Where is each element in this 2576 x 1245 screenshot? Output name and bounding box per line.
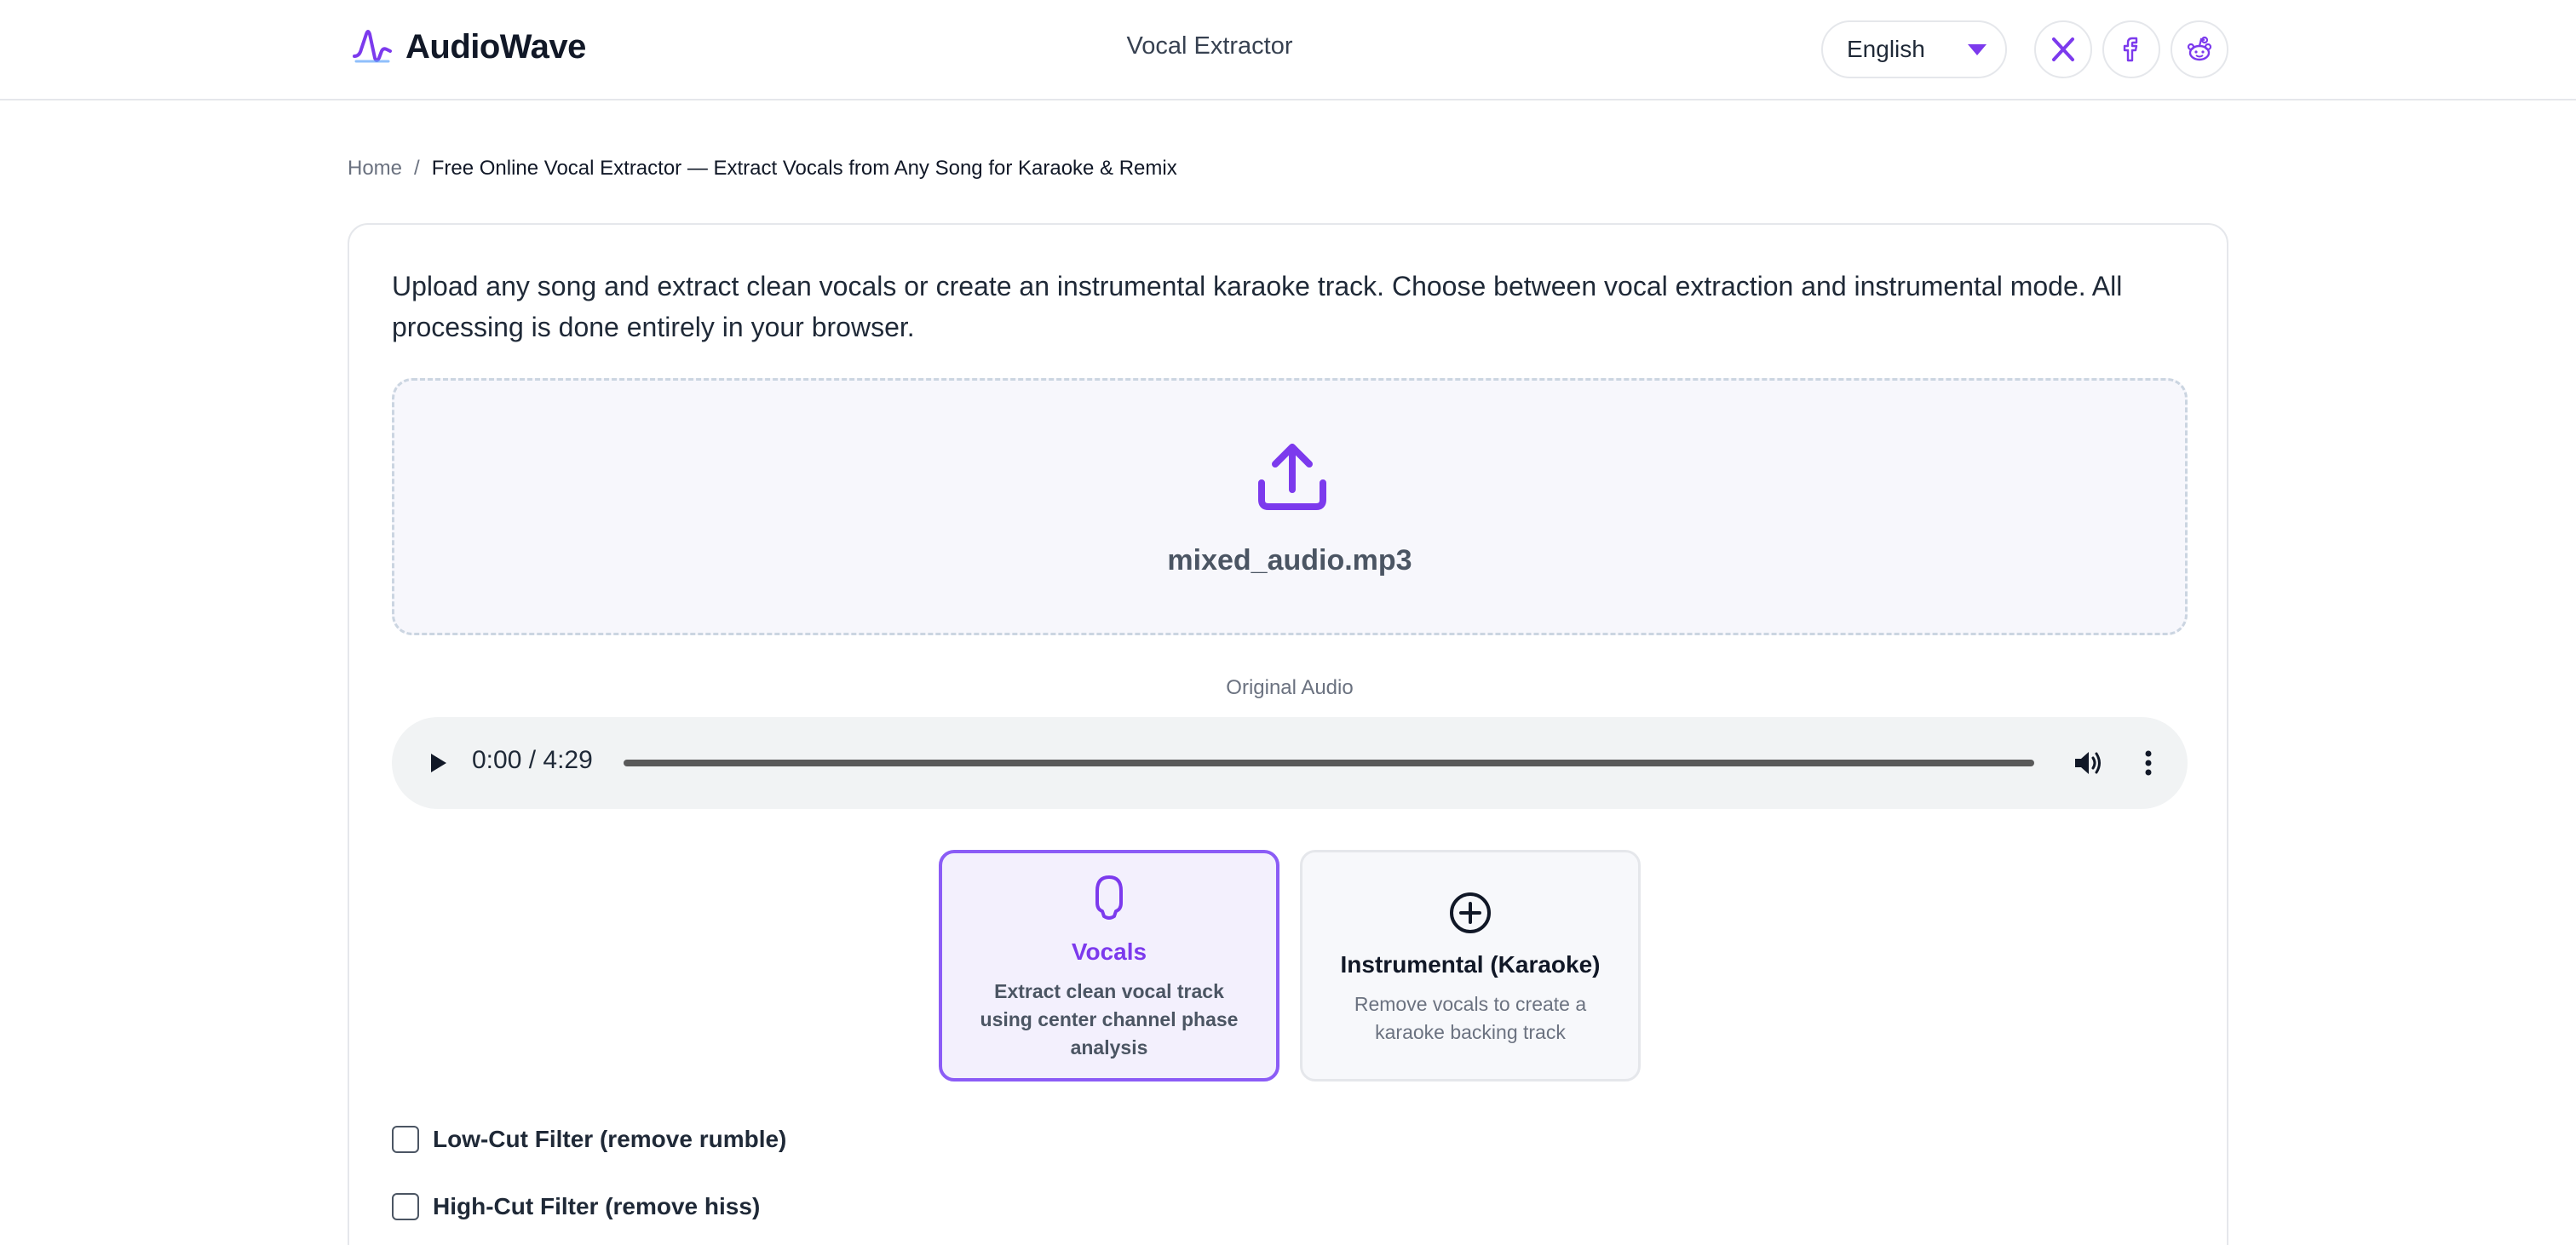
intro-text: Upload any song and extract clean vocals… <box>392 271 2123 342</box>
chevron-down-icon <box>1968 44 1987 55</box>
brand-name: AudioWave <box>405 27 586 66</box>
sound-wave-logo-icon <box>353 30 392 63</box>
language-value: English <box>1847 36 1925 62</box>
mode-vocals-description: Extract clean vocal track using center c… <box>980 980 1239 1059</box>
tool-card: Upload any song and extract clean vocals… <box>348 223 2228 1245</box>
low-cut-checkbox[interactable] <box>392 1126 419 1153</box>
low-cut-option[interactable]: Low-Cut Filter (remove rumble) <box>392 1126 786 1153</box>
play-icon[interactable] <box>424 749 451 777</box>
high-cut-label: High-Cut Filter (remove hiss) <box>433 1193 761 1219</box>
audio-label: Original Audio <box>1226 676 1354 699</box>
x-logo-icon <box>2052 37 2074 61</box>
breadcrumb-separator: / <box>414 157 420 180</box>
mode-instrumental-title: Instrumental (Karaoke) <box>1340 951 1601 978</box>
reddit-logo-icon <box>2187 36 2212 61</box>
facebook-logo-icon <box>2123 37 2138 62</box>
volume-icon[interactable] <box>2070 746 2104 780</box>
breadcrumb: Home / Free Online Vocal Extractor — Ext… <box>348 157 1177 181</box>
plus-circle-icon <box>1450 892 1491 933</box>
brand-logo[interactable]: AudioWave <box>351 26 586 68</box>
breadcrumb-current: Free Online Vocal Extractor — Extract Vo… <box>431 157 1177 180</box>
uploaded-file-name: mixed_audio.mp3 <box>1167 544 1412 577</box>
playback-time: 0:00 / 4:29 <box>472 746 593 774</box>
seek-bar[interactable] <box>624 760 2034 766</box>
breadcrumb-home-link[interactable]: Home <box>348 157 402 181</box>
high-cut-option[interactable]: High-Cut Filter (remove hiss) <box>392 1193 760 1220</box>
top-header: AudioWave Vocal Extractor English <box>0 0 2576 100</box>
microphone-icon <box>1095 875 1123 920</box>
reddit-share-button[interactable] <box>2171 20 2228 78</box>
language-select[interactable]: English <box>1821 20 2007 78</box>
low-cut-label: Low-Cut Filter (remove rumble) <box>433 1126 787 1152</box>
mode-instrumental-description: Remove vocals to create a karaoke backin… <box>1354 993 1587 1043</box>
mode-vocals-button[interactable]: Vocals Extract clean vocal track using c… <box>939 850 1279 1081</box>
mode-instrumental-button[interactable]: Instrumental (Karaoke) Remove vocals to … <box>1300 850 1641 1081</box>
more-options-icon[interactable] <box>2131 746 2165 780</box>
high-cut-checkbox[interactable] <box>392 1193 419 1220</box>
x-share-button[interactable] <box>2034 20 2092 78</box>
mode-vocals-title: Vocals <box>1071 938 1147 965</box>
audio-player: 0:00 / 4:29 <box>392 717 2188 809</box>
page-heading: Vocal Extractor <box>1126 32 1293 60</box>
facebook-share-button[interactable] <box>2102 20 2160 78</box>
upload-dropzone[interactable]: mixed_audio.mp3 <box>392 378 2188 635</box>
upload-icon <box>1258 444 1326 510</box>
